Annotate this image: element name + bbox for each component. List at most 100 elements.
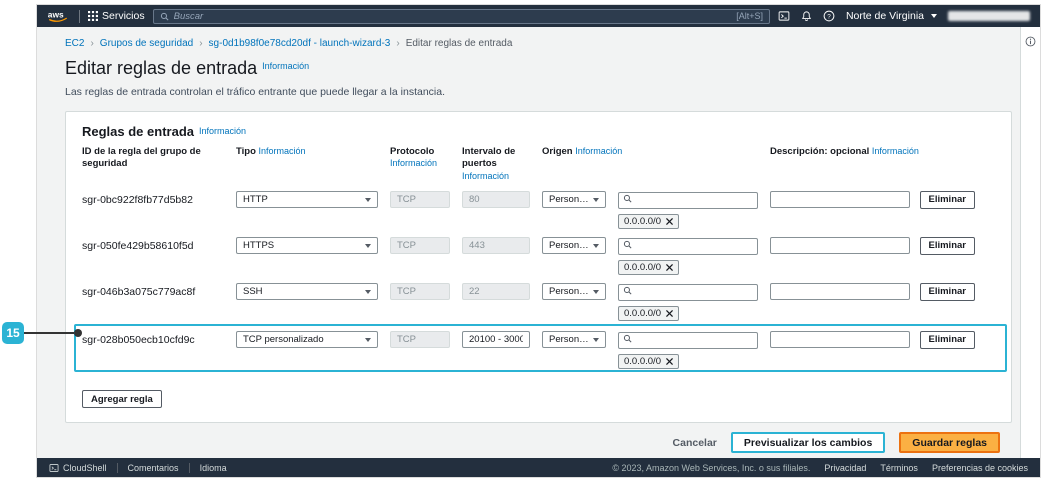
description-input[interactable] [770,331,910,348]
source-search [618,190,758,209]
account-menu-redacted[interactable] [948,11,1030,21]
region-selector[interactable]: Norte de Virginia [846,10,937,22]
main-content: EC2 › Grupos de seguridad › sg-0d1b98f0e… [37,27,1040,458]
preview-changes-button[interactable]: Previsualizar los cambios [731,432,885,453]
save-rules-button[interactable]: Guardar reglas [899,432,1000,453]
port-range-input[interactable] [462,331,530,348]
protocol-input [390,191,450,208]
source-search [618,282,758,301]
delete-rule-button[interactable]: Eliminar [920,283,976,301]
description-input[interactable] [770,283,910,300]
source-search-input[interactable] [618,238,758,255]
close-icon[interactable] [666,358,673,365]
info-link[interactable]: Información [462,171,509,181]
footer-cookies[interactable]: Preferencias de cookies [932,463,1028,473]
info-link[interactable]: Información [199,126,246,136]
global-search-input[interactable] [174,11,732,22]
rule-row: sgr-046b3a075c779ac8f SSH Personaliz... … [82,282,995,318]
chevron-down-icon [593,244,599,248]
type-select[interactable]: HTTPS [236,237,378,254]
region-label: Norte de Virginia [846,10,924,22]
description-input[interactable] [770,237,910,254]
source-type-value: Personaliz... [549,334,589,345]
panel-title: Reglas de entradaInformación [82,124,995,139]
col-header-port-range-text: Intervalo de puertos [462,146,515,169]
footer-privacy[interactable]: Privacidad [824,463,866,473]
grid-icon [88,11,98,21]
info-link[interactable]: Información [872,146,919,156]
source-search-input[interactable] [618,192,758,209]
close-icon[interactable] [666,218,673,225]
services-label: Servicios [102,10,145,22]
type-select[interactable]: TCP personalizado [236,331,378,348]
type-select-value: TCP personalizado [243,334,324,345]
nav-right-group: ? Norte de Virginia [778,10,1030,22]
cidr-tag: 0.0.0.0/0 [618,260,679,275]
delete-rule-button[interactable]: Eliminar [920,237,976,255]
page-subtitle: Las reglas de entrada controlan el tráfi… [65,86,1012,98]
info-link[interactable]: Información [259,146,306,156]
breadcrumb-security-groups[interactable]: Grupos de seguridad [100,38,193,49]
add-rule-button[interactable]: Agregar regla [82,390,162,408]
info-link[interactable]: Información [575,146,622,156]
source-type-select[interactable]: Personaliz... [542,191,606,208]
footer-divider [117,463,118,473]
services-menu[interactable]: Servicios [88,10,145,22]
breadcrumb-security-group-id[interactable]: sg-0d1b98f0e78cd20df - launch-wizard-3 [209,38,391,49]
source-search-input[interactable] [618,284,758,301]
info-icon[interactable] [1025,36,1036,47]
type-select[interactable]: SSH [236,283,378,300]
col-header-rule-id: ID de la regla del grupo de seguridad [82,146,236,171]
aws-console-window: aws Servicios [Alt+S] ? Norte de Virgini… [36,4,1041,478]
source-type-value: Personaliz... [549,240,589,251]
footer-feedback[interactable]: Comentarios [128,463,179,473]
cloudshell-icon[interactable] [778,10,790,22]
footer-cloudshell[interactable]: CloudShell [49,463,107,473]
close-icon[interactable] [666,264,673,271]
footer-right-group: © 2023, Amazon Web Services, Inc. o sus … [612,463,1028,473]
nav-divider [79,10,80,23]
form-actions: Cancelar Previsualizar los cambios Guard… [65,432,1012,453]
col-header-description-text: Descripción: opcional [770,146,869,157]
cidr-tag: 0.0.0.0/0 [618,306,679,321]
col-header-protocol-text: Protocolo [390,146,434,157]
source-tag-line: 0.0.0.0/0 [82,351,995,366]
close-icon[interactable] [666,310,673,317]
delete-rule-button[interactable]: Eliminar [920,191,976,209]
col-header-type: Tipo Información [236,146,378,158]
info-link[interactable]: Información [262,61,309,71]
breadcrumb-ec2[interactable]: EC2 [65,38,84,49]
type-select[interactable]: HTTP [236,191,378,208]
source-type-value: Personaliz... [549,286,589,297]
chevron-down-icon [365,244,371,248]
source-type-select[interactable]: Personaliz... [542,283,606,300]
help-icon[interactable]: ? [823,10,835,22]
description-input[interactable] [770,191,910,208]
port-range-input [462,283,530,300]
rule-id: sgr-050fe429b58610f5d [82,240,236,252]
rule-row: sgr-0bc922f8fb77d5b82 HTTP Personaliz...… [82,190,995,226]
col-header-protocol: ProtocoloInformación [390,146,450,171]
delete-rule-button[interactable]: Eliminar [920,331,976,349]
page-title-text: Editar reglas de entrada [65,58,257,78]
aws-logo[interactable]: aws [47,9,71,23]
source-type-select[interactable]: Personaliz... [542,237,606,254]
footer-divider [189,463,190,473]
global-search[interactable]: [Alt+S] [153,9,770,24]
footer-language[interactable]: Idioma [200,463,227,473]
top-navigation-bar: aws Servicios [Alt+S] ? Norte de Virgini… [37,5,1040,27]
cancel-button[interactable]: Cancelar [673,437,717,449]
breadcrumb-separator: › [90,38,93,49]
cidr-tag: 0.0.0.0/0 [618,214,679,229]
chevron-down-icon [593,198,599,202]
notifications-bell-icon[interactable] [801,10,812,22]
step-annotation-dot [74,329,82,337]
col-header-description: Descripción: opcional Información [770,146,919,158]
source-search-input[interactable] [618,332,758,349]
footer-terms[interactable]: Términos [880,463,918,473]
info-link[interactable]: Información [390,158,437,168]
source-type-select[interactable]: Personaliz... [542,331,606,348]
type-select-value: HTTP [243,194,268,205]
inbound-rules-panel: Reglas de entradaInformación ID de la re… [65,111,1012,423]
source-tag-line: 0.0.0.0/0 [82,211,995,226]
